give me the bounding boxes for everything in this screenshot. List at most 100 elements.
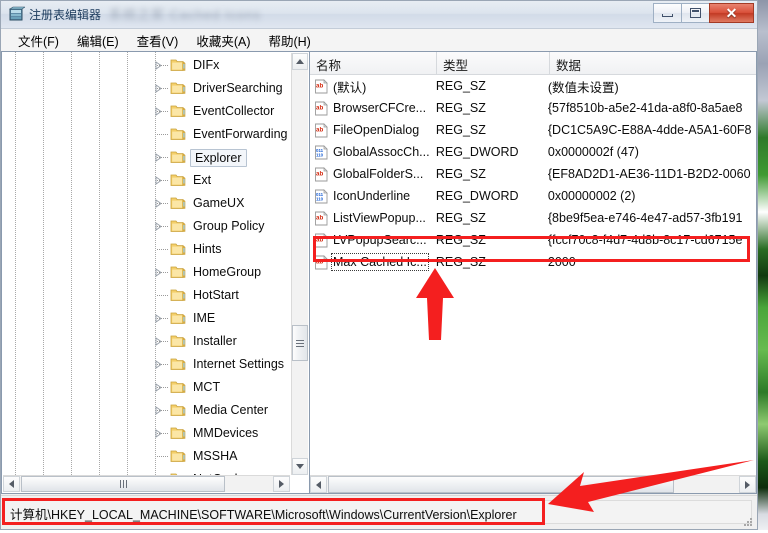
table-row[interactable]: ab GlobalFolderS... REG_SZ {EF8AD2D1-AE36-1…	[310, 163, 756, 185]
column-header-type[interactable]: 类型	[437, 52, 550, 74]
string-value-icon: ab	[314, 210, 329, 226]
window-controls: ✕	[653, 3, 754, 23]
tree-connector-line	[157, 226, 168, 227]
scroll-thumb-horizontal[interactable]	[328, 476, 674, 493]
table-row[interactable]: ab LVPopupSearc... REG_SZ {fccf70c8-f4d7-4d…	[310, 229, 756, 251]
menu-favorites[interactable]: 收藏夹(A)	[187, 29, 259, 52]
registry-editor-window: 注册表编辑器 系统之家 Cached Icons ✕ 文件(F) 编辑(E) 查…	[0, 0, 758, 530]
minimize-button[interactable]	[653, 3, 682, 23]
svg-text:ab: ab	[316, 82, 323, 89]
tree-connector-line	[157, 456, 168, 457]
tree-item-label: GameUX	[193, 196, 245, 210]
table-row[interactable]: ab (默认) REG_SZ (数值未设置)	[310, 75, 756, 97]
registry-values-list: ab (默认) REG_SZ (数值未设置) ab BrowserCFCre... REG_…	[310, 75, 756, 473]
tree-connector-line	[157, 318, 168, 319]
column-header-name[interactable]: 名称	[310, 52, 437, 74]
scroll-down-button[interactable]	[292, 458, 308, 475]
scroll-right-button[interactable]	[739, 476, 756, 493]
svg-text:ab: ab	[316, 214, 323, 221]
tree-item-group-policy[interactable]: Group Policy	[2, 215, 290, 238]
folder-icon	[170, 426, 186, 440]
folder-icon	[170, 449, 186, 463]
folder-icon	[170, 265, 186, 279]
tree-connector-line	[157, 249, 168, 250]
tree-item-label: DIFx	[193, 58, 220, 72]
menu-edit[interactable]: 编辑(E)	[68, 29, 128, 52]
value-name-text: Max Cached Ic...	[331, 253, 429, 271]
chevron-left-icon	[316, 480, 321, 489]
chevron-up-icon	[296, 59, 304, 64]
tree-horizontal-scrollbar[interactable]	[3, 475, 290, 492]
table-row[interactable]: ab FileOpenDialog REG_SZ {DC1C5A9C-E88A-4dd…	[310, 119, 756, 141]
menu-help[interactable]: 帮助(H)	[259, 29, 319, 52]
cell-value-type: REG_SZ	[435, 101, 486, 115]
tree-item-hotstart[interactable]: HotStart	[2, 284, 290, 307]
tree-item-internet-settings[interactable]: Internet Settings	[2, 353, 290, 376]
table-row[interactable]: ab ListViewPopup... REG_SZ {8be9f5ea-e746-4…	[310, 207, 756, 229]
tree-item-explorer[interactable]: Explorer	[2, 146, 290, 169]
cell-value-name: ab GlobalFolderS...	[310, 166, 436, 182]
scroll-left-button[interactable]	[3, 476, 20, 492]
maximize-icon	[690, 8, 701, 18]
string-value-icon: ab	[314, 254, 329, 270]
resize-grip-icon[interactable]	[742, 515, 754, 527]
grip-icon	[296, 339, 304, 347]
title-bar[interactable]: 注册表编辑器 系统之家 Cached Icons ✕	[1, 1, 757, 29]
tree-connector-line	[157, 157, 168, 158]
menu-file[interactable]: 文件(F)	[9, 29, 68, 52]
tree-item-label: Ext	[193, 173, 212, 187]
tree-item-media-center[interactable]: Media Center	[2, 399, 290, 422]
tree-vertical-scrollbar[interactable]	[291, 53, 308, 475]
window-title: 注册表编辑器	[29, 8, 102, 22]
tree-item-mmdevices[interactable]: MMDevices	[2, 422, 290, 445]
scroll-up-button[interactable]	[292, 53, 308, 70]
folder-icon	[170, 242, 186, 256]
tree-connector-line	[157, 203, 168, 204]
tree-item-eventcollector[interactable]: EventCollector	[2, 100, 290, 123]
tree-item-hints[interactable]: Hints	[2, 238, 290, 261]
folder-icon	[170, 334, 186, 348]
tree-item-ime[interactable]: IME	[2, 307, 290, 330]
tree-item-eventforwarding[interactable]: EventForwarding	[2, 123, 290, 146]
registry-tree[interactable]: DIFx DriverSearching EventCollector EventFo…	[2, 52, 290, 476]
scroll-right-button[interactable]	[273, 476, 290, 492]
tree-item-ext[interactable]: Ext	[2, 169, 290, 192]
folder-icon	[170, 104, 186, 118]
table-row[interactable]: ab BrowserCFCre... REG_SZ {57f8510b-a5e2-41…	[310, 97, 756, 119]
tree-item-label: HotStart	[193, 288, 239, 302]
scroll-left-button[interactable]	[310, 476, 327, 493]
value-name-text: ListViewPopup...	[333, 211, 426, 225]
tree-item-mssha[interactable]: MSSHA	[2, 445, 290, 468]
close-button[interactable]: ✕	[709, 3, 754, 23]
cell-value-type: REG_SZ	[435, 233, 486, 247]
value-name-text: (默认)	[333, 80, 367, 95]
tree-connector-line	[157, 180, 168, 181]
tree-item-label: EventCollector	[193, 104, 275, 118]
list-horizontal-scrollbar[interactable]	[310, 475, 756, 493]
tree-item-homegroup[interactable]: HomeGroup	[2, 261, 290, 284]
table-row[interactable]: 011 110 GlobalAssocCh... REG_DWORD 0x0000002…	[310, 141, 756, 163]
status-path-field[interactable]: 计算机\HKEY_LOCAL_MACHINE\SOFTWARE\Microsof…	[4, 500, 752, 524]
table-row[interactable]: ab Max Cached Ic... REG_SZ 2000	[310, 251, 756, 273]
registry-editor-screenshot: 注册表编辑器 系统之家 Cached Icons ✕ 文件(F) 编辑(E) 查…	[0, 0, 768, 530]
scroll-thumb[interactable]	[292, 325, 308, 361]
tree-item-installer[interactable]: Installer	[2, 330, 290, 353]
column-header-data[interactable]: 数据	[550, 52, 756, 74]
menu-view[interactable]: 查看(V)	[128, 29, 188, 52]
tree-item-driversearching[interactable]: DriverSearching	[2, 77, 290, 100]
tree-item-label: Hints	[193, 242, 222, 256]
tree-item-label: MMDevices	[193, 426, 259, 440]
folder-icon	[170, 196, 186, 210]
tree-connector-line	[157, 65, 168, 66]
svg-text:ab: ab	[316, 170, 323, 177]
tree-item-mct[interactable]: MCT	[2, 376, 290, 399]
tree-connector-line	[157, 111, 168, 112]
tree-item-gameux[interactable]: GameUX	[2, 192, 290, 215]
cell-value-type: REG_DWORD	[435, 189, 519, 203]
cell-value-name: ab Max Cached Ic...	[310, 253, 436, 271]
scroll-thumb-horizontal[interactable]	[21, 476, 225, 492]
maximize-button[interactable]	[681, 3, 710, 23]
tree-item-difx[interactable]: DIFx	[2, 54, 290, 77]
cell-value-data: 0x00000002 (2)	[547, 189, 636, 203]
table-row[interactable]: 011 110 IconUnderline REG_DWORD 0x00000002 (…	[310, 185, 756, 207]
